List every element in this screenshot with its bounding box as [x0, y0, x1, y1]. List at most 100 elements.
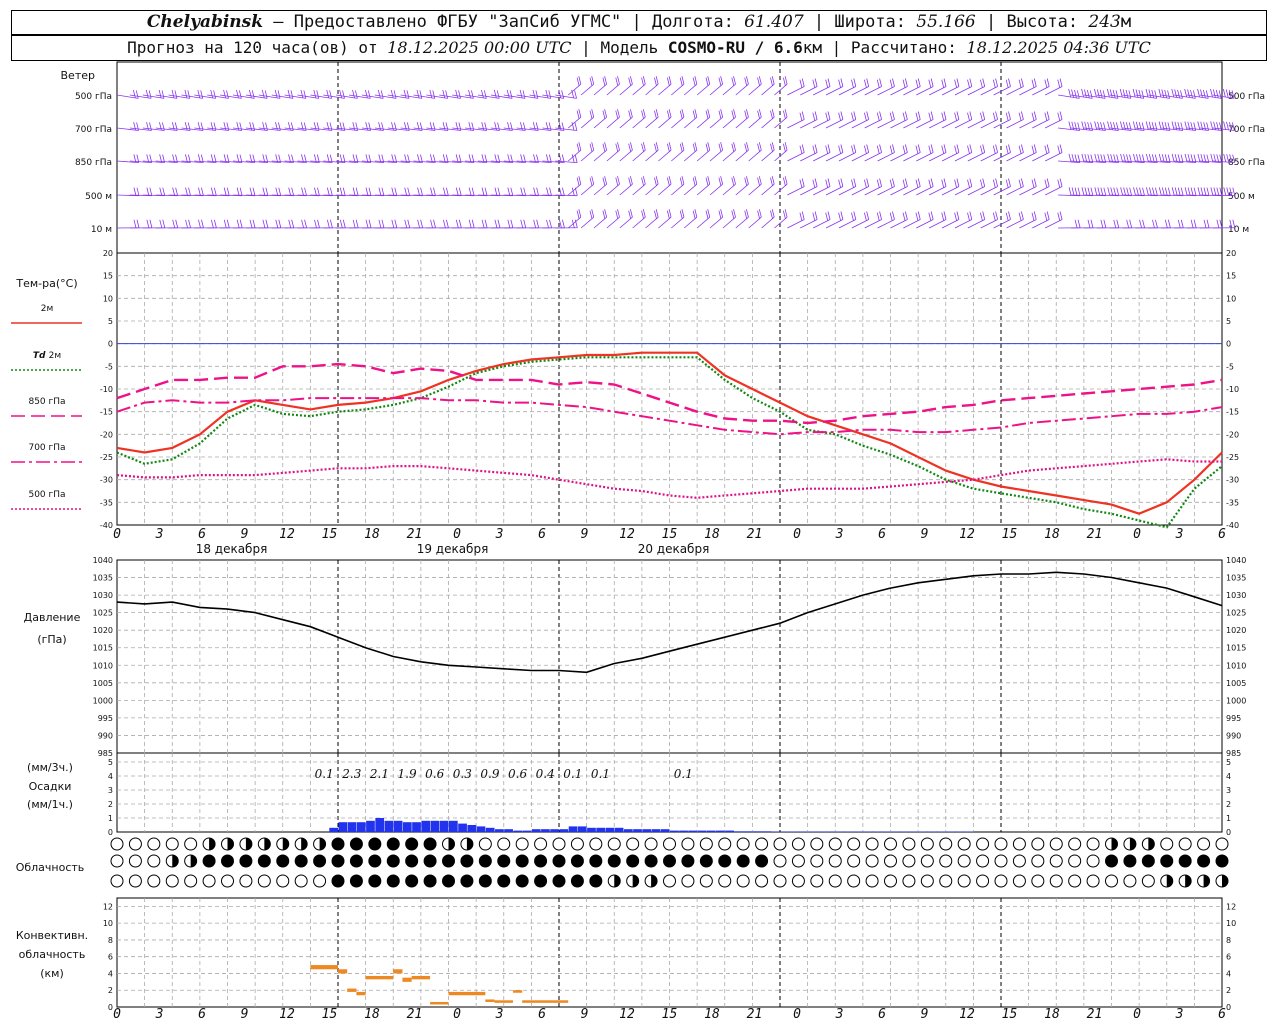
hour-tick-label: 18	[1044, 527, 1060, 542]
wind-barb-feather	[679, 177, 683, 186]
wind-barb-feather	[1158, 121, 1162, 130]
wind-barb-feather	[1167, 187, 1171, 196]
wind-barb-feather	[1223, 153, 1227, 163]
wind-barb-feather	[851, 79, 854, 88]
wind-barb-feather	[1119, 88, 1123, 98]
convective-segment	[310, 965, 338, 970]
wind-barb-feather	[591, 76, 595, 85]
wind-barb-feather	[801, 111, 805, 120]
wind-barb-feather	[1155, 219, 1158, 228]
cloud-circle	[1105, 874, 1118, 888]
wind-barb-feather	[941, 145, 945, 154]
wind-barb-feather	[1177, 187, 1181, 196]
wind-barb-feather	[1008, 178, 1011, 187]
wind-barb-feather	[758, 209, 762, 218]
hour-tick-label: 21	[407, 1007, 423, 1022]
cloud-circle	[1031, 874, 1045, 888]
wind-barb	[1019, 86, 1037, 96]
hour-tick-label: 0	[113, 527, 121, 542]
pressure-ytick-right: 1005	[1226, 679, 1246, 688]
cloud-circle	[736, 854, 750, 868]
wind-barb	[1045, 219, 1063, 229]
wind-barb-feather	[666, 177, 670, 186]
cloud-half-fill	[632, 875, 639, 887]
wind-barb-feather	[954, 179, 958, 188]
wind-barb	[593, 116, 607, 129]
cloud-circle	[294, 874, 308, 888]
cloud-circle	[239, 854, 253, 868]
cloud-circle	[552, 874, 566, 888]
wind-barb-feather	[1158, 88, 1162, 98]
wind-barb-feather	[956, 111, 960, 120]
wind-barb-feather	[390, 89, 394, 99]
wind-barb-feather	[416, 89, 420, 99]
conv-unit: (км)	[40, 967, 64, 980]
wind-barb-feather	[814, 111, 818, 120]
wind-barb-feather	[226, 90, 229, 99]
wind-barb	[671, 216, 685, 229]
wind-barb-feather	[236, 89, 239, 99]
wind-barb-feather	[546, 187, 549, 196]
hour-tick-label: 21	[407, 527, 423, 542]
cloud-circle	[681, 837, 695, 851]
wind-barb-feather	[1068, 153, 1072, 163]
wind-barb	[735, 216, 749, 229]
wind-barb	[645, 216, 659, 229]
hour-tick-label: 18	[704, 527, 720, 542]
wind-barb-feather	[591, 176, 595, 185]
wind-barb-feather	[720, 176, 724, 185]
wind-barb-feather	[265, 187, 269, 196]
wind-barb-feather	[902, 112, 906, 121]
hour-tick-label: 12	[279, 527, 295, 542]
convective-segment	[393, 969, 403, 974]
wind-barb	[838, 152, 856, 162]
cloud-circle	[626, 837, 640, 851]
cloud-circle	[755, 837, 769, 851]
wind-barb	[748, 83, 762, 96]
wind-barb	[800, 186, 818, 196]
wind-barb-feather	[313, 89, 317, 99]
temp-ytick-left: -40	[100, 521, 113, 530]
wind-barb	[890, 152, 908, 162]
cloud-circle	[663, 874, 676, 888]
conv-ytick-left: 4	[108, 969, 113, 978]
wind-barb-feather	[1155, 187, 1158, 196]
cloud-circle	[902, 837, 916, 851]
pressure-ytick-left: 1040	[93, 556, 113, 565]
wind-barb-feather	[1222, 88, 1226, 98]
wind-barb-feather	[879, 211, 882, 220]
wind-barb	[800, 86, 818, 96]
wind-barb-feather	[928, 79, 932, 88]
day-label: 19 декабря	[417, 542, 489, 556]
temp-series-t2m	[116, 351, 1223, 515]
wind-barb-feather	[1190, 89, 1193, 99]
wind-barb-feather	[132, 89, 136, 99]
cloud-circle	[202, 854, 216, 868]
wind-barb-feather	[617, 109, 620, 118]
wind-barb	[735, 183, 749, 196]
wind-barb-feather	[801, 78, 805, 87]
wind-barb	[696, 116, 711, 129]
wind-barb-feather	[368, 219, 372, 228]
wind-barb	[645, 149, 659, 162]
wind-barb-feather	[172, 219, 176, 228]
wind-barb-feather	[825, 179, 829, 188]
wind-barb-feather	[917, 178, 921, 187]
wind-barb-feather	[902, 79, 906, 88]
wind-barb-feather	[146, 219, 150, 228]
wind-barb-feather	[784, 142, 788, 151]
wind-barb	[838, 86, 856, 96]
precip-bar	[559, 829, 569, 832]
wind-barb-feather	[602, 210, 606, 219]
cloud-circle	[257, 874, 271, 888]
precip-ytick-left: 5	[108, 758, 113, 767]
wind-barb-feather	[642, 76, 646, 85]
conv-ytick-right: 4	[1226, 969, 1231, 978]
wind-barb-feather	[149, 187, 153, 196]
wind-barb-feather	[892, 78, 895, 87]
wind-barb-feather	[1044, 112, 1048, 121]
wind-barb-feather	[889, 212, 893, 221]
wind-barb-feather	[288, 219, 292, 228]
wind-barb-feather	[628, 110, 632, 119]
wind-barb-feather	[967, 79, 970, 88]
